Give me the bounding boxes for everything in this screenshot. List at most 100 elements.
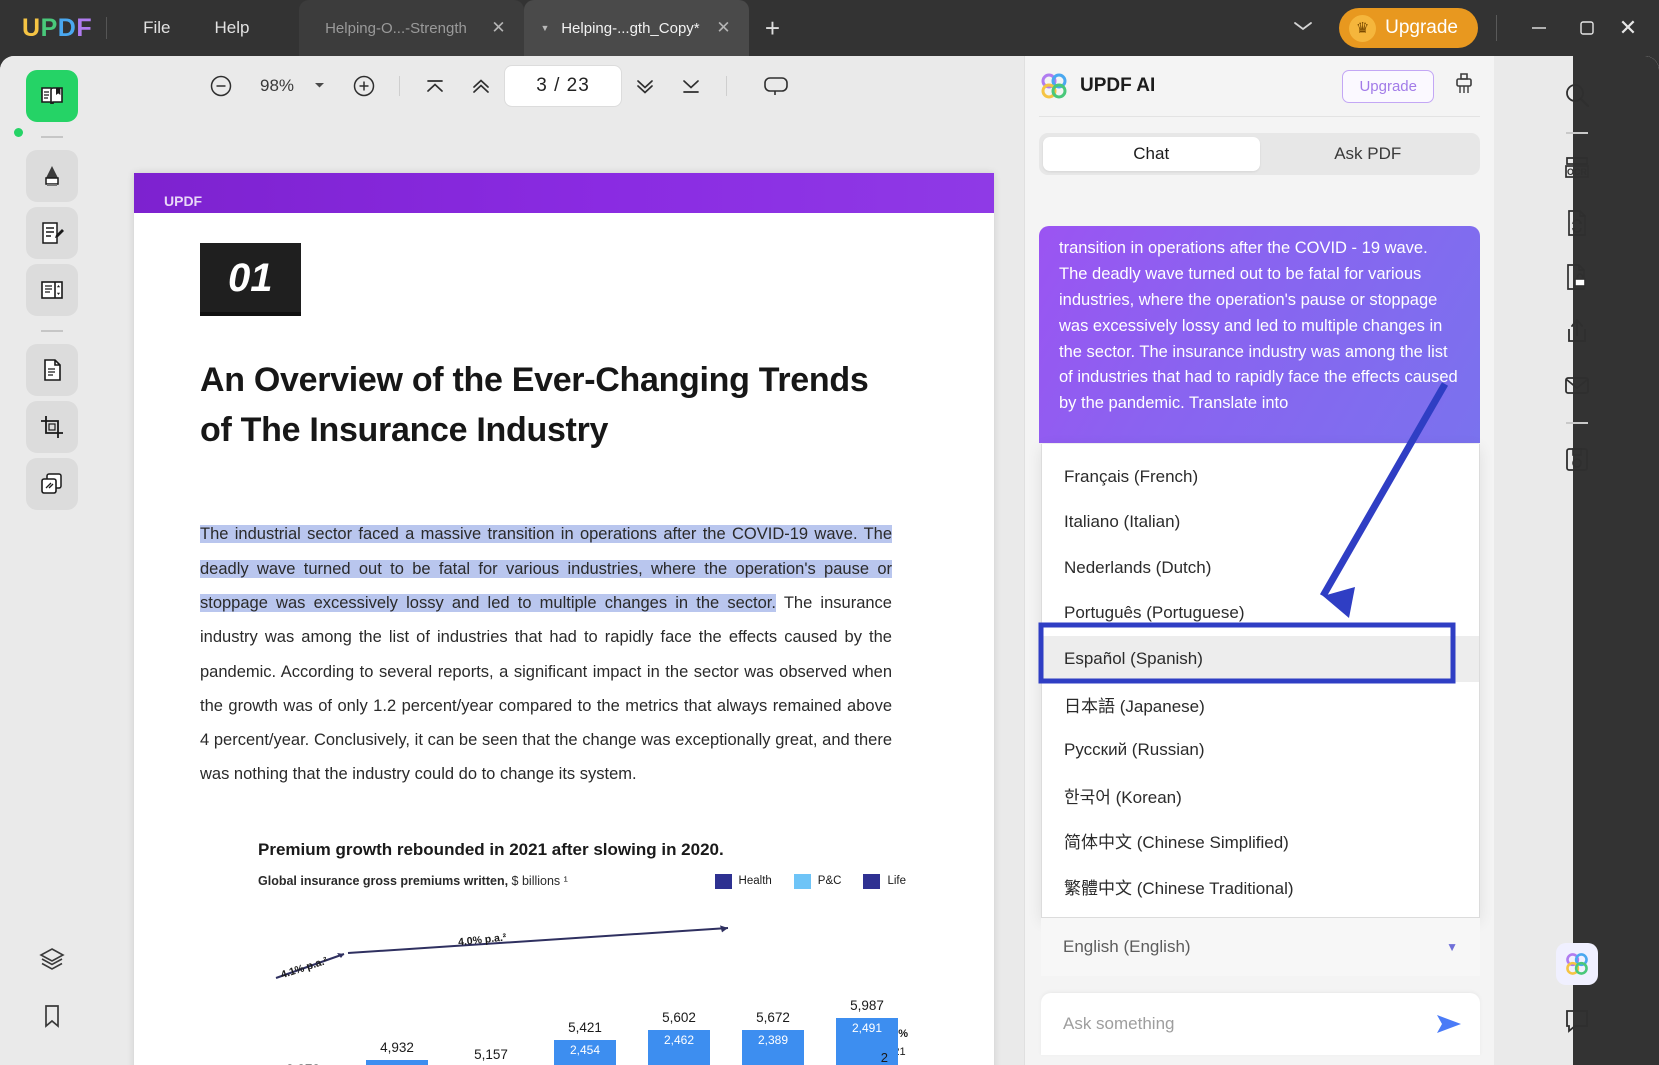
- chart-plot-area: 4.1% p.a.² 4.0% p.a.² GAGR, % 2016 - 21 …: [258, 922, 908, 1065]
- sidebar-item-bookmarks[interactable]: [26, 990, 78, 1042]
- sidebar-item-page-organize[interactable]: [26, 264, 78, 316]
- language-option-portuguese[interactable]: Português (Portuguese): [1042, 591, 1479, 637]
- toolbar-item-save[interactable]: [1551, 434, 1603, 484]
- bar-segment-pc-6: 2,491: [836, 1017, 898, 1065]
- bar-total-6: 5,987: [850, 997, 884, 1013]
- language-dropdown-list[interactable]: Français (French) Italiano (Italian) Ned…: [1041, 444, 1480, 918]
- zoom-dropdown-caret-icon[interactable]: [310, 81, 341, 92]
- new-tab-button[interactable]: +: [749, 0, 795, 56]
- title-divider: [106, 17, 108, 39]
- upgrade-button[interactable]: ♛ Upgrade: [1339, 8, 1478, 48]
- menu-help[interactable]: Help: [193, 0, 272, 56]
- maximize-button[interactable]: [1563, 20, 1611, 36]
- chart-legend: Health P&C Life: [714, 873, 906, 889]
- language-option-korean[interactable]: 한국어 (Korean): [1042, 773, 1479, 819]
- tab-ask-pdf[interactable]: Ask PDF: [1260, 137, 1477, 171]
- chart-subtitle-rest: $ billions ¹: [508, 873, 568, 888]
- ask-something-input[interactable]: [1063, 1014, 1434, 1034]
- crop-icon: [41, 416, 63, 438]
- sidebar-item-convert-pdf[interactable]: [26, 344, 78, 396]
- toolbar-item-convert[interactable]: [1551, 198, 1603, 248]
- sidebar-item-crop-page[interactable]: [26, 401, 78, 453]
- gagr-value-1: 2: [880, 1049, 888, 1065]
- send-icon[interactable]: [1434, 1012, 1464, 1036]
- language-option-chinese-traditional[interactable]: 繁體中文 (Chinese Traditional): [1042, 864, 1479, 910]
- legend-item-health: Health: [714, 873, 772, 889]
- minimize-button[interactable]: [1515, 22, 1563, 34]
- organize-pages-icon: [41, 281, 63, 299]
- page-indicator[interactable]: 3 / 23: [504, 65, 622, 107]
- toolbar-item-ocr[interactable]: OCR: [1551, 144, 1603, 194]
- zoom-out-button[interactable]: [198, 66, 244, 106]
- right-tool-rail: OCR: [1494, 56, 1659, 1065]
- bar-segment-pc-3: 2,454: [554, 1039, 616, 1065]
- page-body: 01 An Overview of the Ever-Changing Tren…: [134, 173, 994, 1065]
- close-button[interactable]: ✕: [1611, 15, 1659, 41]
- zoom-in-button[interactable]: [341, 66, 387, 106]
- tab-chat[interactable]: Chat: [1043, 137, 1260, 171]
- ai-input-bar[interactable]: [1041, 993, 1480, 1055]
- convert-document-icon: [44, 359, 61, 381]
- document-tabs: Helping-O...-Strength ✕ ▼ Helping-...gth…: [299, 0, 795, 56]
- sidebar-item-highlight-tool[interactable]: [26, 150, 78, 202]
- tab-2-caret-icon[interactable]: ▼: [540, 23, 549, 33]
- zoom-level-value[interactable]: 98%: [244, 76, 310, 96]
- ai-upgrade-button[interactable]: Upgrade: [1342, 69, 1434, 103]
- section-number: 01: [200, 243, 301, 316]
- legend-swatch-life: [863, 873, 881, 889]
- language-option-russian[interactable]: Русский (Russian): [1042, 727, 1479, 773]
- paragraph-rest: The insurance industry was among the lis…: [200, 593, 892, 784]
- last-page-button[interactable]: [668, 66, 714, 106]
- page-header-band: UPDF: [134, 173, 994, 213]
- document-tab-2[interactable]: ▼ Helping-...gth_Copy* ✕: [524, 0, 750, 56]
- bar-total-4: 5,602: [662, 1009, 696, 1025]
- toolbar-item-protect[interactable]: [1551, 252, 1603, 302]
- language-option-french[interactable]: Français (French): [1042, 454, 1479, 500]
- language-option-chinese-simplified[interactable]: 简体中文 (Chinese Simplified): [1042, 818, 1479, 864]
- toolbar-item-share[interactable]: [1551, 306, 1603, 356]
- updf-logo: U P D F: [0, 0, 92, 56]
- page-indicator-value: 3 / 23: [536, 75, 590, 96]
- document-tab-1[interactable]: Helping-O...-Strength ✕: [299, 0, 525, 56]
- chart-subtitle-bold: Global insurance gross premiums written,: [258, 873, 509, 888]
- language-option-dutch[interactable]: Nederlands (Dutch): [1042, 545, 1479, 591]
- ai-panel-header: UPDF AI Upgrade: [1025, 56, 1494, 116]
- layers-icon: [39, 948, 65, 970]
- title-bar: U P D F File Help Helping-O...-Strength …: [0, 0, 1659, 56]
- sidebar-item-layers[interactable]: [26, 933, 78, 985]
- toolbar-item-updf-ai[interactable]: [1555, 943, 1598, 985]
- language-select[interactable]: English (English) ▼: [1041, 918, 1480, 976]
- document-viewport[interactable]: UPDF 01 An Overview of the Ever-Changing…: [104, 116, 1024, 1065]
- language-option-japanese[interactable]: 日本語 (Japanese): [1042, 682, 1479, 728]
- next-page-button[interactable]: [622, 66, 668, 106]
- menu-file[interactable]: File: [121, 0, 192, 56]
- language-option-spanish[interactable]: Español (Spanish): [1042, 636, 1479, 682]
- toolbar-item-comments[interactable]: [1551, 995, 1603, 1045]
- ai-header-divider: [1039, 116, 1480, 117]
- ai-flower-icon: [1039, 71, 1069, 101]
- bar-column-5: 5,672 2,389 1,735: [742, 1010, 804, 1065]
- tabs-overflow-chevron-icon[interactable]: [1267, 19, 1339, 37]
- main-shell: 98% 3 / 23 UPDF 01 An Overview of the Ev…: [0, 56, 1659, 1065]
- toolbar-item-email[interactable]: [1551, 360, 1603, 410]
- mail-icon: [1564, 377, 1589, 394]
- sidebar-item-batch-process[interactable]: [26, 458, 78, 510]
- sidebar-item-reader-mode[interactable]: [26, 70, 78, 122]
- previous-page-button[interactable]: [458, 66, 504, 106]
- chat-message-bubble: transition in operations after the COVID…: [1039, 226, 1480, 443]
- sidebar-item-edit-pdf[interactable]: [26, 207, 78, 259]
- language-select-value: English (English): [1063, 937, 1191, 956]
- updf-ai-panel: UPDF AI Upgrade Chat Ask PDF transition …: [1024, 56, 1494, 1065]
- present-button[interactable]: [753, 66, 799, 106]
- legend-swatch-pc: [793, 873, 811, 889]
- chevron-down-icon[interactable]: ▼: [1446, 940, 1458, 954]
- ai-tab-group: Chat Ask PDF: [1039, 133, 1480, 175]
- language-option-italian[interactable]: Italiano (Italian): [1042, 500, 1479, 546]
- tab-2-close-icon[interactable]: ✕: [713, 18, 733, 38]
- tab-1-close-icon[interactable]: ✕: [488, 18, 508, 38]
- premium-growth-chart: Premium growth rebounded in 2021 after s…: [258, 840, 908, 1065]
- toolbar-item-search[interactable]: [1551, 70, 1603, 120]
- brush-icon[interactable]: [1452, 71, 1476, 102]
- page-title: An Overview of the Ever-Changing Trends …: [200, 361, 869, 449]
- first-page-button[interactable]: [412, 66, 458, 106]
